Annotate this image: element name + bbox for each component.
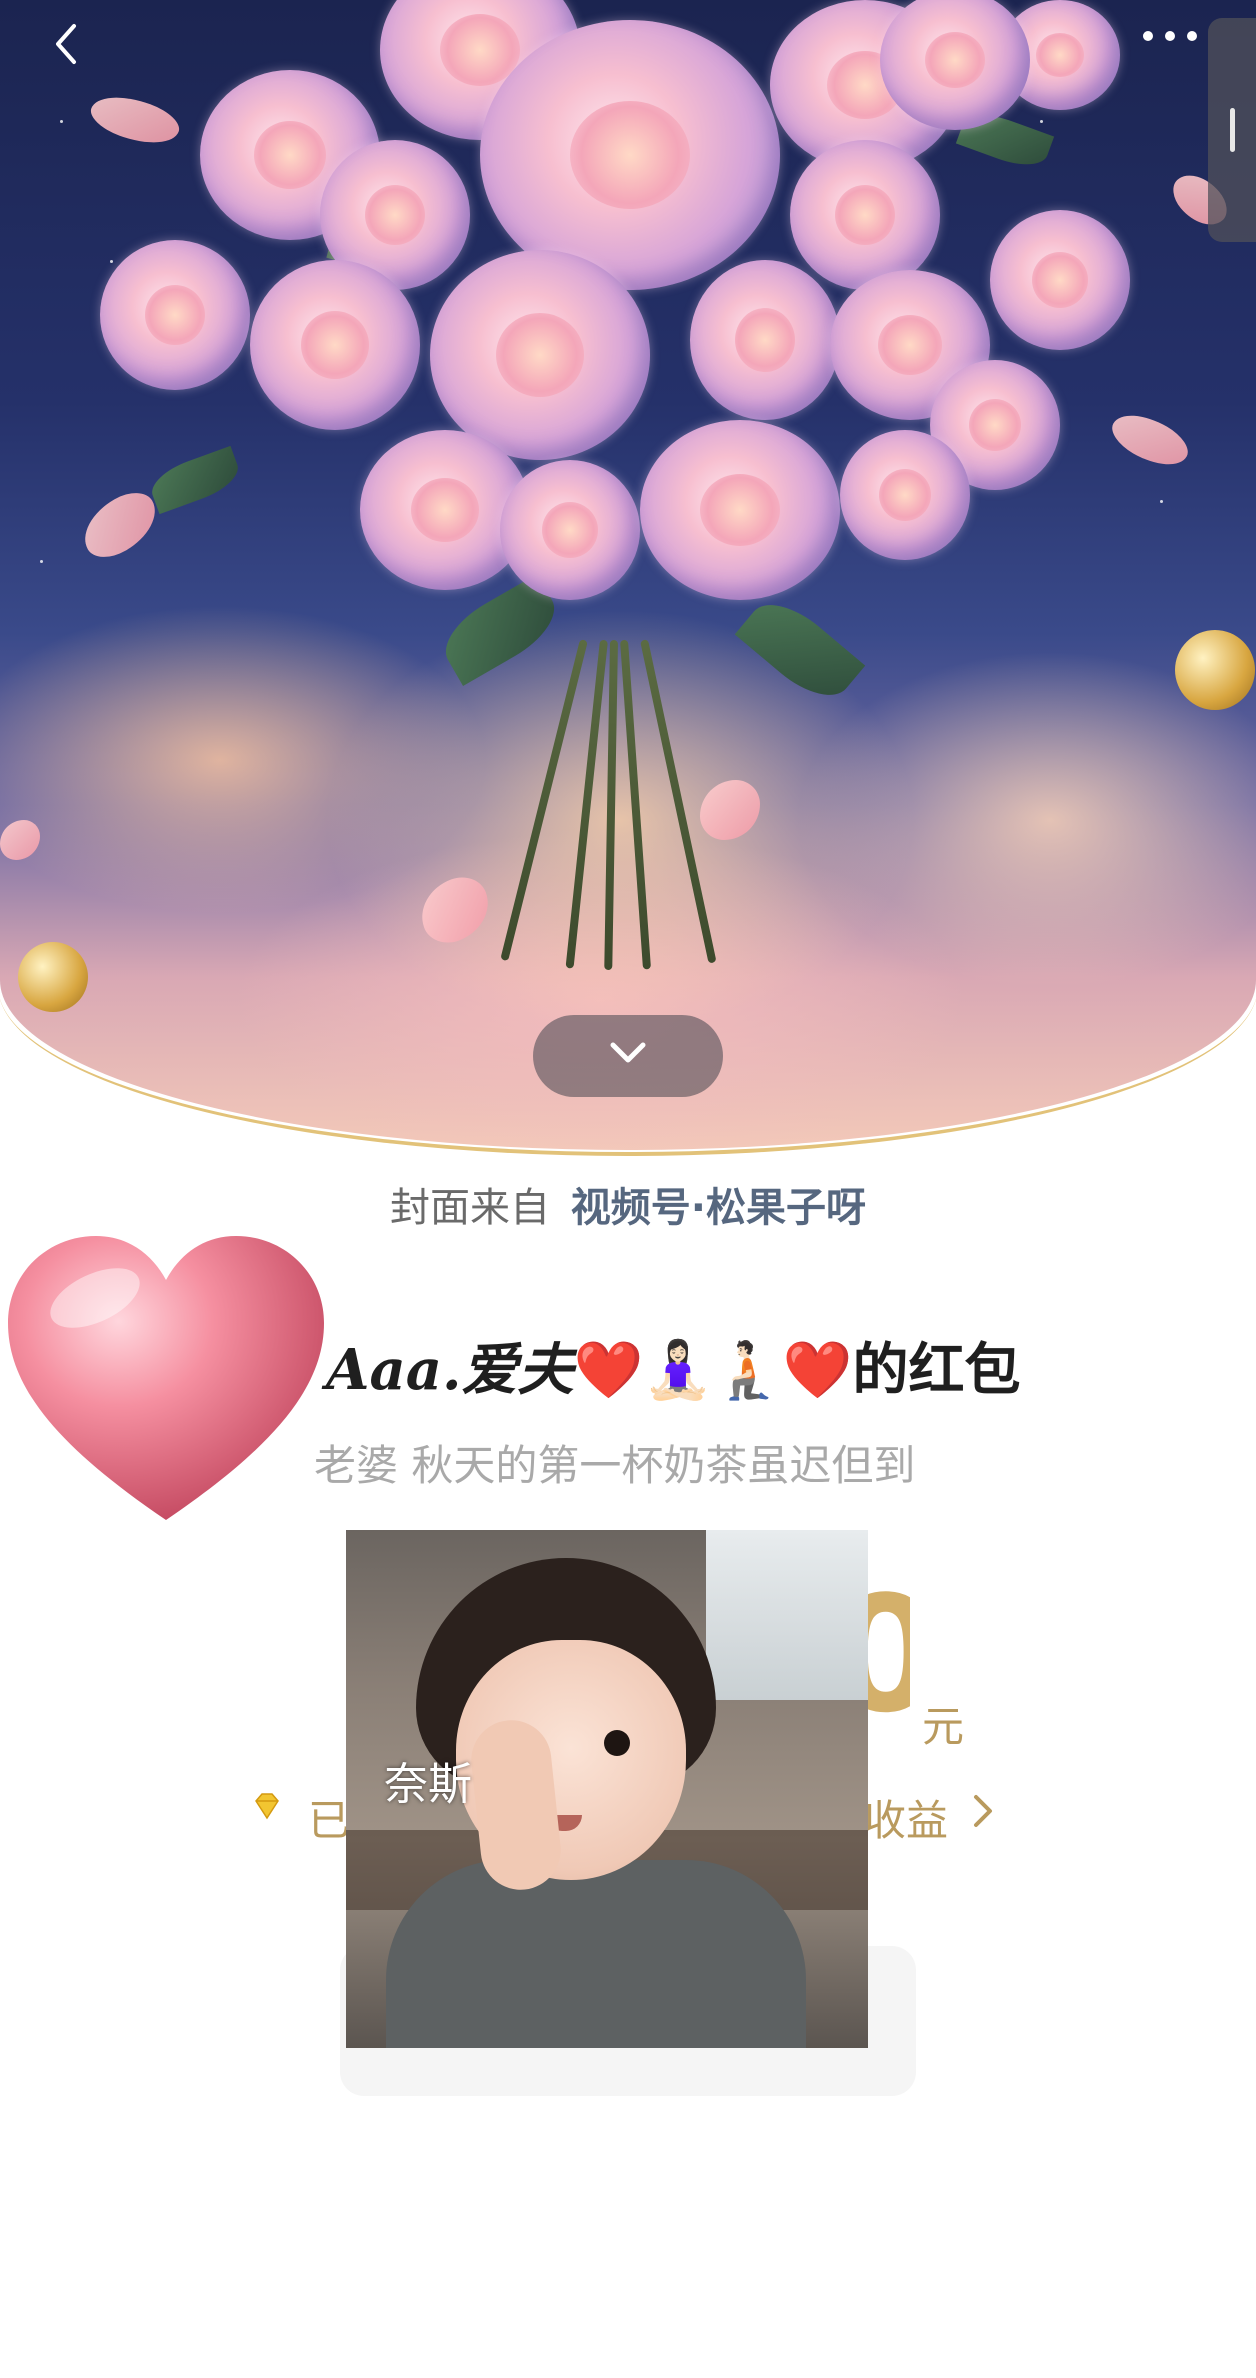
yoga-emoji: 🧘🏻‍♀️ [643,1338,713,1403]
more-icon[interactable] [1138,20,1202,52]
side-scroll-handle[interactable] [1208,18,1256,242]
sender-suffix: 的红包 [852,1338,1021,1403]
petal [411,869,499,951]
chevron-down-icon [610,1042,646,1063]
amount-unit: 元 [922,1702,965,1751]
golden-orb [1175,630,1255,710]
chevron-left-icon[interactable] [40,14,100,74]
heart-emoji: ❤️ [573,1338,644,1403]
kneel-emoji: 🧎🏻 [712,1338,783,1403]
diamond-icon [255,1793,279,1820]
rose [480,20,780,290]
rose [840,430,970,560]
rose [790,140,940,290]
star [40,560,43,563]
cover-source-link[interactable]: 视频号·松果子呀 [571,1185,866,1231]
rose [500,460,640,600]
window [706,1530,868,1700]
heart-emoji: ❤️ [782,1338,853,1403]
petal [1105,402,1195,478]
kid-eye [604,1730,630,1756]
collapse-cover-button[interactable] [533,1015,723,1097]
leaf [145,445,245,515]
rose [990,210,1130,350]
petal [0,820,40,860]
kid-body [386,1860,806,2048]
petal [85,85,185,155]
rose [100,240,250,390]
star [110,260,113,263]
rose [880,0,1030,130]
rose [250,260,420,430]
stem [604,639,618,971]
blessing-text: 老婆 秋天的第一杯奶茶虽迟但到 [314,1441,916,1490]
chevron-right-icon [974,1795,992,1827]
rose [640,420,840,600]
star [1160,500,1163,503]
sender-title: Aaa.爱夫❤️🧘🏻‍♀️🧎🏻❤️的红包 [326,1325,1226,1406]
star [1040,120,1043,123]
leaf [734,588,866,712]
cover-image[interactable] [0,0,1256,1150]
kid-sticker: 奈斯 [346,1530,868,2048]
golden-orb [18,942,88,1012]
earnings-left-text: 已 [308,1796,351,1845]
cover-source-prefix: 封面来自 [390,1185,551,1231]
petal [700,780,760,840]
sender-name: Aaa.爱夫 [326,1337,574,1403]
rose [690,260,840,420]
stem [620,639,652,970]
earnings-right-text: 收益 [864,1796,949,1845]
rose [430,250,650,460]
heart-icon [8,1236,324,1520]
star [60,120,63,123]
cover-source: 封面来自 视频号·松果子呀 [0,1175,1256,1233]
sticker-caption: 奈斯 [384,1759,472,1810]
